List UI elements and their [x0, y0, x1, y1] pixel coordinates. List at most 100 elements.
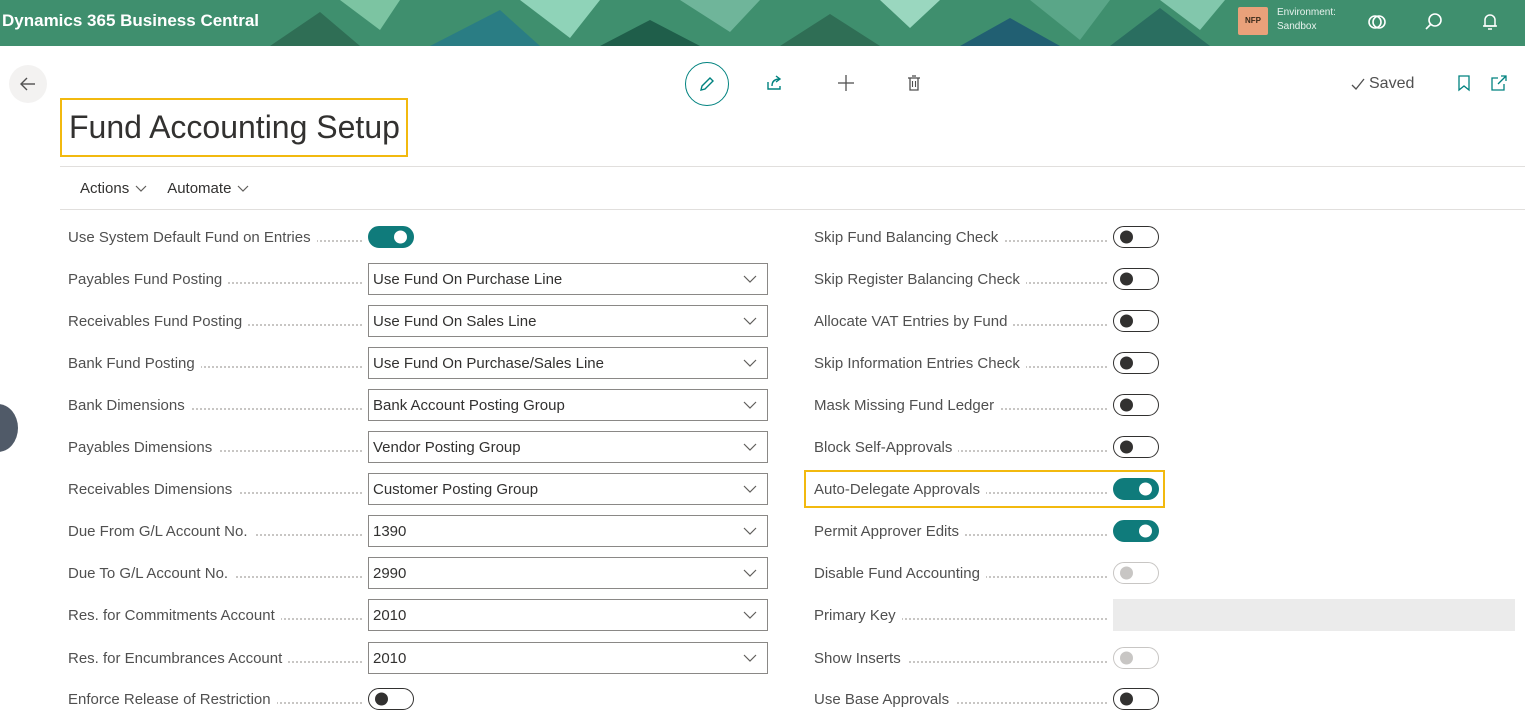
res-commitments-account-select[interactable]: 2010 — [368, 599, 768, 631]
field-bank-fund-posting: Bank Fund Posting Use Fund On Purchase/S… — [68, 347, 768, 379]
show-inserts-toggle[interactable] — [1113, 647, 1159, 669]
field-label: Allocate VAT Entries by Fund — [814, 312, 1113, 330]
field-permit-approver-edits: Permit Approver Edits — [814, 516, 1159, 546]
bank-dimensions-select[interactable]: Bank Account Posting Group — [368, 389, 768, 421]
field-label: Receivables Fund Posting — [68, 312, 368, 330]
receivables-fund-posting-select[interactable]: Use Fund On Sales Line — [368, 305, 768, 337]
environment-badge[interactable]: NFP — [1238, 7, 1268, 35]
actions-menu[interactable]: Actions — [80, 180, 147, 197]
field-label: Permit Approver Edits — [814, 522, 1113, 540]
primary-key-value — [1113, 599, 1515, 631]
field-label: Bank Dimensions — [68, 396, 368, 414]
field-skip-fund-balancing-check: Skip Fund Balancing Check — [814, 222, 1159, 252]
side-panel-handle[interactable] — [0, 404, 18, 452]
field-show-inserts: Show Inserts — [814, 643, 1159, 673]
open-new-window-button[interactable] — [1488, 72, 1510, 94]
environment-info[interactable]: Environment: Sandbox — [1277, 6, 1336, 34]
skip-information-entries-check-toggle[interactable] — [1113, 352, 1159, 374]
bell-icon[interactable] — [1477, 9, 1503, 35]
search-icon[interactable] — [1421, 9, 1447, 35]
field-disable-fund-accounting: Disable Fund Accounting — [814, 558, 1159, 588]
allocate-vat-entries-toggle[interactable] — [1113, 310, 1159, 332]
field-due-from-gl-account: Due From G/L Account No. 1390 — [68, 515, 768, 547]
field-due-to-gl-account: Due To G/L Account No. 2990 — [68, 557, 768, 589]
payables-dimensions-select[interactable]: Vendor Posting Group — [368, 431, 768, 463]
field-receivables-dimensions: Receivables Dimensions Customer Posting … — [68, 473, 768, 505]
checkmark-icon — [1351, 78, 1365, 90]
action-divider — [60, 209, 1525, 210]
field-payables-dimensions: Payables Dimensions Vendor Posting Group — [68, 431, 768, 463]
use-base-approvals-toggle[interactable] — [1113, 688, 1159, 710]
mask-missing-fund-ledger-toggle[interactable] — [1113, 394, 1159, 416]
title-divider — [60, 166, 1525, 167]
bank-fund-posting-select[interactable]: Use Fund On Purchase/Sales Line — [368, 347, 768, 379]
field-label: Payables Dimensions — [68, 438, 368, 456]
due-to-gl-account-select[interactable]: 2990 — [368, 557, 768, 589]
field-res-commitments-account: Res. for Commitments Account 2010 — [68, 599, 768, 631]
page-title: Fund Accounting Setup — [60, 98, 408, 157]
receivables-dimensions-select[interactable]: Customer Posting Group — [368, 473, 768, 505]
action-bar: Actions Automate — [80, 180, 249, 197]
field-mask-missing-fund-ledger: Mask Missing Fund Ledger — [814, 390, 1159, 420]
field-label: Show Inserts — [814, 649, 1113, 667]
actions-menu-label: Actions — [80, 180, 130, 197]
share-button[interactable] — [763, 72, 785, 94]
chevron-down-icon — [743, 443, 757, 451]
field-receivables-fund-posting: Receivables Fund Posting Use Fund On Sal… — [68, 305, 768, 337]
field-label: Disable Fund Accounting — [814, 564, 1113, 582]
payables-fund-posting-select[interactable]: Use Fund On Purchase Line — [368, 263, 768, 295]
field-label: Res. for Commitments Account — [68, 606, 368, 624]
plus-icon — [838, 75, 854, 91]
open-new-window-icon — [1491, 75, 1507, 91]
field-bank-dimensions: Bank Dimensions Bank Account Posting Gro… — [68, 389, 768, 421]
field-skip-information-entries-check: Skip Information Entries Check — [814, 348, 1159, 378]
field-block-self-approvals: Block Self-Approvals — [814, 432, 1159, 462]
copilot-icon[interactable] — [1364, 9, 1390, 35]
chevron-down-icon — [135, 185, 147, 192]
automate-menu[interactable]: Automate — [167, 180, 249, 197]
use-system-default-fund-toggle[interactable] — [368, 226, 414, 248]
field-label: Receivables Dimensions — [68, 480, 368, 498]
field-label: Mask Missing Fund Ledger — [814, 396, 1113, 414]
res-encumbrances-account-select[interactable]: 2010 — [368, 642, 768, 674]
edit-button[interactable] — [685, 62, 729, 106]
disable-fund-accounting-toggle[interactable] — [1113, 562, 1159, 584]
environment-name: Sandbox — [1277, 21, 1317, 32]
chevron-down-icon — [743, 317, 757, 325]
chevron-down-icon — [743, 654, 757, 662]
field-label: Use Base Approvals — [814, 690, 1113, 708]
top-banner: Dynamics 365 Business Central NFP Enviro… — [0, 0, 1525, 46]
field-allocate-vat-entries: Allocate VAT Entries by Fund — [814, 306, 1159, 336]
field-skip-register-balancing-check: Skip Register Balancing Check — [814, 264, 1159, 294]
saved-status: Saved — [1350, 75, 1414, 93]
trash-icon — [908, 75, 920, 91]
new-button[interactable] — [835, 72, 857, 94]
chevron-down-icon — [237, 185, 249, 192]
field-label: Skip Fund Balancing Check — [814, 228, 1113, 246]
due-from-gl-account-select[interactable]: 1390 — [368, 515, 768, 547]
chevron-down-icon — [743, 527, 757, 535]
back-button[interactable] — [9, 65, 47, 103]
permit-approver-edits-toggle[interactable] — [1113, 520, 1159, 542]
field-label: Skip Register Balancing Check — [814, 270, 1113, 288]
field-primary-key: Primary Key — [814, 599, 1515, 631]
environment-label: Environment: — [1277, 7, 1336, 18]
bookmark-button[interactable] — [1453, 72, 1475, 94]
app-title[interactable]: Dynamics 365 Business Central — [0, 0, 259, 46]
field-label: Enforce Release of Restriction — [68, 690, 368, 708]
skip-register-balancing-check-toggle[interactable] — [1113, 268, 1159, 290]
skip-fund-balancing-check-toggle[interactable] — [1113, 226, 1159, 248]
field-label: Res. for Encumbrances Account — [68, 649, 368, 667]
delete-button[interactable] — [903, 72, 925, 94]
enforce-release-restriction-toggle[interactable] — [368, 688, 414, 710]
saved-label: Saved — [1369, 75, 1415, 92]
block-self-approvals-toggle[interactable] — [1113, 436, 1159, 458]
field-label: Primary Key — [814, 606, 1113, 624]
field-label: Skip Information Entries Check — [814, 354, 1113, 372]
chevron-down-icon — [743, 569, 757, 577]
field-res-encumbrances-account: Res. for Encumbrances Account 2010 — [68, 642, 768, 674]
chevron-down-icon — [743, 359, 757, 367]
field-use-base-approvals: Use Base Approvals — [814, 684, 1159, 714]
field-label: Due From G/L Account No. — [68, 522, 368, 540]
field-label: Use System Default Fund on Entries — [68, 228, 368, 246]
